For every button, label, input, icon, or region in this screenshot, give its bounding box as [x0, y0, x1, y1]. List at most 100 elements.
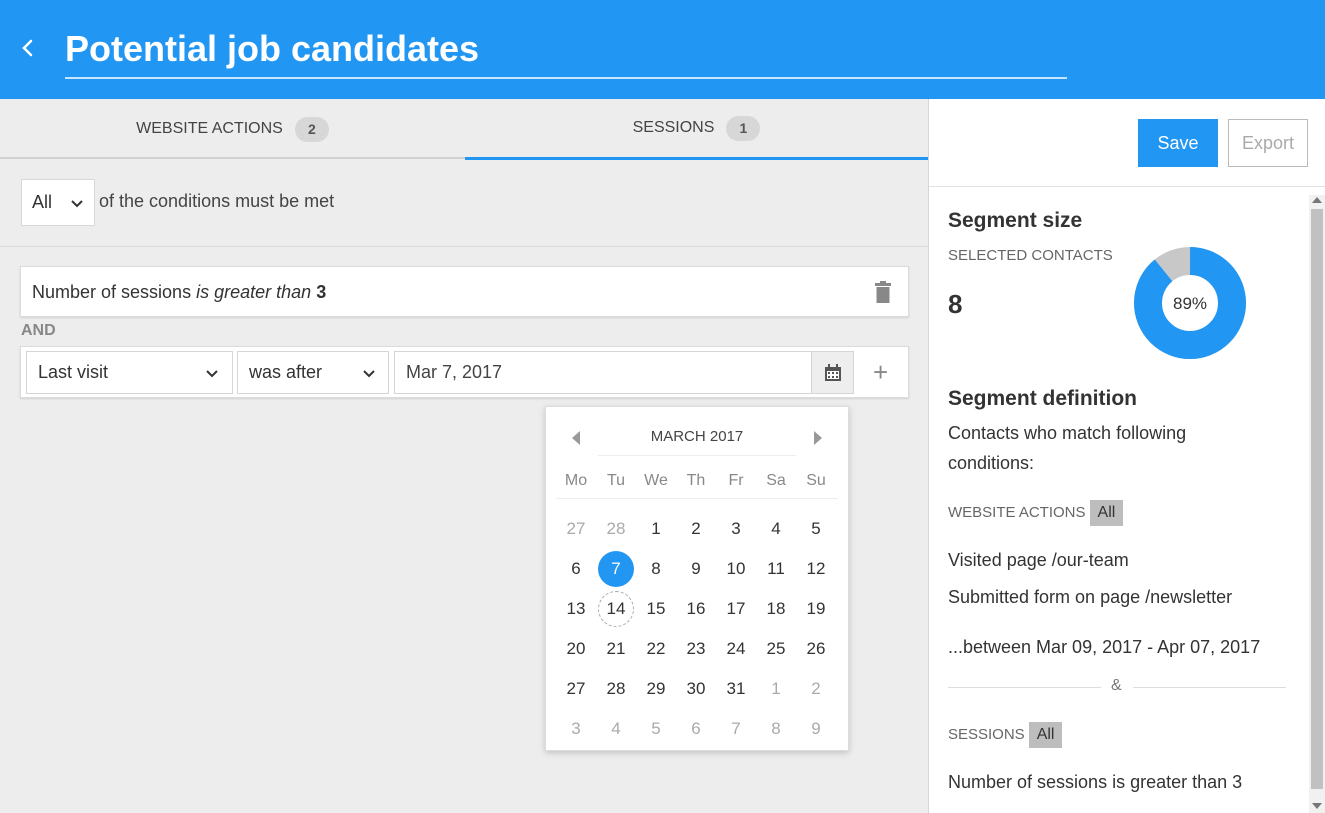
- calendar-day-number: 8: [651, 559, 661, 578]
- calendar-day[interactable]: 2: [676, 509, 716, 549]
- calendar-day-number: 6: [571, 559, 581, 578]
- calendar-day-number: 28: [606, 519, 626, 538]
- date-range-text: ...between Mar 09, 2017 - Apr 07, 2017: [948, 637, 1261, 657]
- calendar-day-number: 22: [646, 639, 666, 658]
- calendar-day[interactable]: 9: [796, 709, 836, 749]
- calendar-day[interactable]: 20: [556, 629, 596, 669]
- chevron-down-icon: [206, 370, 218, 378]
- field-select-value: Last visit: [38, 362, 109, 382]
- calendar-day[interactable]: 27: [556, 509, 596, 549]
- calendar-day[interactable]: 8: [636, 549, 676, 589]
- calendar-day[interactable]: 27: [556, 669, 596, 709]
- calendar-day[interactable]: 19: [796, 589, 836, 629]
- calendar-day[interactable]: 7: [716, 709, 756, 749]
- weekday-label: We: [644, 472, 668, 489]
- weekday-header: Mo Tu We Th Fr Sa Su: [556, 469, 838, 499]
- calendar-day[interactable]: 6: [556, 549, 596, 589]
- sessions-label: SESSIONS: [948, 726, 1025, 743]
- calendar-day-number: 17: [726, 599, 746, 618]
- scroll-up-arrow-icon[interactable]: [1312, 197, 1322, 203]
- calendar-day[interactable]: 29: [636, 669, 676, 709]
- website-actions-label: WEBSITE ACTIONS: [948, 504, 1086, 521]
- calendar-day[interactable]: 4: [756, 509, 796, 549]
- calendar-day[interactable]: 3: [556, 709, 596, 749]
- calendar-day[interactable]: 2: [796, 669, 836, 709]
- datepicker-month: MARCH 2017: [598, 428, 796, 456]
- calendar-day[interactable]: 6: [676, 709, 716, 749]
- calendar-day[interactable]: 3: [716, 509, 756, 549]
- calendar-day[interactable]: 9: [676, 549, 716, 589]
- calendar-day[interactable]: 15: [636, 589, 676, 629]
- calendar-day[interactable]: 5: [636, 709, 676, 749]
- calendar-day[interactable]: 24: [716, 629, 756, 669]
- calendar-day[interactable]: 10: [716, 549, 756, 589]
- calendar-day[interactable]: 21: [596, 629, 636, 669]
- calendar-day[interactable]: 22: [636, 629, 676, 669]
- action-item: Submitted form on page /newsletter: [948, 587, 1233, 607]
- scrollbar-thumb[interactable]: [1311, 209, 1323, 789]
- date-input-value: Mar 7, 2017: [406, 362, 503, 382]
- weekday-label: Mo: [564, 472, 588, 489]
- next-month-icon[interactable]: [800, 423, 834, 453]
- tab-label: SESSIONS: [632, 119, 715, 136]
- save-button[interactable]: Save: [1138, 119, 1218, 167]
- tab-sessions[interactable]: SESSIONS 1: [465, 99, 928, 160]
- export-button[interactable]: Export: [1228, 119, 1308, 167]
- calendar-day[interactable]: 5: [796, 509, 836, 549]
- calendar-day[interactable]: 7: [596, 549, 636, 589]
- rule-field: Number of sessions: [32, 282, 192, 302]
- calendar-day[interactable]: 26: [796, 629, 836, 669]
- week-row: 3 4 5 6 7 8 9: [556, 709, 838, 749]
- calendar-day[interactable]: 30: [676, 669, 716, 709]
- date-input[interactable]: Mar 7, 2017: [394, 351, 854, 394]
- calendar-day-number: 1: [771, 679, 781, 698]
- calendar-day-number: 28: [606, 679, 626, 698]
- calendar-day[interactable]: 1: [756, 669, 796, 709]
- calendar-day-number: 14: [606, 599, 626, 618]
- scroll-down-arrow-icon[interactable]: [1312, 803, 1322, 809]
- calendar-day[interactable]: 28: [596, 669, 636, 709]
- calendar-day-number: 30: [686, 679, 706, 698]
- segment-definition-desc: Contacts who match following conditions:: [948, 423, 1187, 473]
- calendar-day[interactable]: 16: [676, 589, 716, 629]
- conditions-text: of the conditions must be met: [99, 191, 335, 211]
- title-input[interactable]: Potential job candidates: [65, 24, 1067, 79]
- add-condition-plus-icon[interactable]: +: [873, 357, 888, 388]
- calendar-day[interactable]: 28: [596, 509, 636, 549]
- calendar-day[interactable]: 1: [636, 509, 676, 549]
- weekday-label: Th: [686, 472, 706, 489]
- week-row: 27 28 29 30 31 1 2: [556, 669, 838, 709]
- calendar-day[interactable]: 13: [556, 589, 596, 629]
- calendar-day[interactable]: 8: [756, 709, 796, 749]
- sessions-heading: SESSIONS All: [948, 722, 1063, 748]
- calendar-day[interactable]: 18: [756, 589, 796, 629]
- calendar-day[interactable]: 4: [596, 709, 636, 749]
- calendar-day[interactable]: 31: [716, 669, 756, 709]
- count-badge: 2: [294, 116, 329, 142]
- calendar-day[interactable]: 23: [676, 629, 716, 669]
- tab-website-actions[interactable]: WEBSITE ACTIONS 2: [0, 99, 465, 159]
- calendar-button[interactable]: [811, 352, 853, 393]
- calendar-day-number: 5: [651, 719, 661, 738]
- operator-select[interactable]: was after: [237, 351, 389, 394]
- scrollbar[interactable]: [1309, 195, 1325, 813]
- calendar-day[interactable]: 12: [796, 549, 836, 589]
- rule-text: Number of sessions is greater than 3: [32, 282, 326, 303]
- back-arrow-icon[interactable]: [14, 34, 40, 62]
- calendar-day[interactable]: 14: [596, 589, 636, 629]
- match-type-select[interactable]: All: [21, 179, 95, 226]
- calendar-icon: [824, 363, 841, 381]
- calendar-day[interactable]: 25: [756, 629, 796, 669]
- calendar-day-number: 3: [731, 519, 741, 538]
- datepicker-days: 27 28 1 2 3 4 5 6 7 8 9 10 11 12 13 14 15 16 17 18 19 20 21 22 2…: [556, 509, 838, 749]
- calendar-day[interactable]: 17: [716, 589, 756, 629]
- match-type-value: All: [32, 192, 53, 212]
- prev-month-icon[interactable]: [560, 423, 594, 453]
- calendar-day[interactable]: 11: [756, 549, 796, 589]
- calendar-day-number: 9: [811, 719, 821, 738]
- field-select[interactable]: Last visit: [26, 351, 233, 394]
- actions-bar: Save Export: [929, 99, 1325, 187]
- trash-icon[interactable]: [874, 281, 892, 303]
- calendar-day-number: 9: [691, 559, 701, 578]
- calendar-day-number: 12: [806, 559, 826, 578]
